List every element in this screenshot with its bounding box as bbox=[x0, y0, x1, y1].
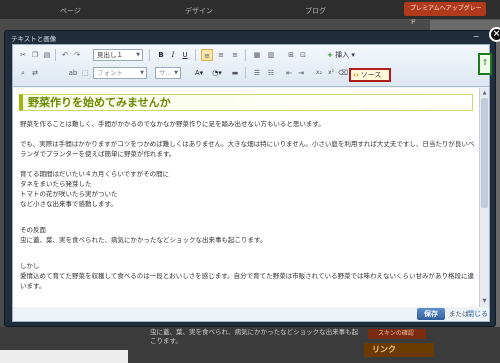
chevron-down-icon: ▼ bbox=[174, 70, 178, 76]
editor-content-area[interactable]: 野菜作りを始めてみませんか 野菜を作ることは難しく、手間がかかるのでなかなか野菜… bbox=[13, 88, 479, 307]
background-sidebar-box: スキンの確認 bbox=[368, 329, 426, 339]
bold-icon[interactable]: B bbox=[155, 49, 167, 61]
size-select-value: サ... bbox=[159, 69, 172, 77]
numbered-list-icon[interactable]: ☷ bbox=[265, 67, 277, 79]
paragraph: 育てる期間はだいたい４カ月くらいですがその間に bbox=[20, 170, 170, 178]
image-icon[interactable]: ▦ bbox=[251, 49, 263, 61]
insert-plus-icon: + bbox=[327, 51, 333, 59]
source-button[interactable]: ‹› ソース bbox=[349, 68, 391, 82]
paragraph: 野菜を作ることは難しく、手間がかかるのでなかなか野菜作りに足を踏み出せない方もい… bbox=[20, 120, 325, 128]
align-right-icon[interactable]: ≡ bbox=[229, 49, 241, 61]
indent-icon[interactable]: ⇥ bbox=[295, 67, 307, 79]
paragraph: しかし bbox=[20, 262, 40, 270]
table-icon[interactable]: ▥ bbox=[265, 49, 277, 61]
bg-tab-blog: ブログ bbox=[305, 7, 326, 15]
background-topbar: ページ デザイン ブログ プレミアムへアップグレード bbox=[0, 0, 500, 26]
strike-icon[interactable]: ▬ bbox=[229, 67, 241, 79]
undo-icon[interactable]: ↶ bbox=[59, 49, 71, 61]
content-scrollbar[interactable]: ▲ ▼ bbox=[479, 88, 489, 307]
paragraph: タネをまいたら発芽した bbox=[20, 180, 92, 188]
font-select-value: フォント bbox=[97, 69, 123, 77]
toolbar-separator bbox=[245, 67, 246, 79]
bg-tab-design: デザイン bbox=[185, 7, 213, 15]
background-page-text: 虫に蓋、葉、実を食べられ、病気にかかったなどショックな出来事も起こります。 bbox=[150, 328, 359, 345]
bg-tab-page: ページ bbox=[60, 7, 81, 15]
format-select-value: 見出し１ bbox=[97, 51, 123, 59]
paragraph: トマトの花が咲いたら実がついた bbox=[20, 190, 118, 198]
close-link[interactable]: 閉じる bbox=[467, 308, 488, 320]
insert-menu-button[interactable]: + 挿入 ▾ bbox=[325, 49, 357, 61]
font-select[interactable]: フォント ▼ bbox=[93, 67, 147, 79]
paste-text-icon[interactable]: ⊞ bbox=[285, 49, 297, 61]
find-icon[interactable]: ⌕ bbox=[17, 67, 29, 79]
format-select[interactable]: 見出し１ ▼ bbox=[93, 49, 143, 61]
source-icon: ‹› bbox=[353, 71, 359, 79]
paragraph: など小さな出来事で感動します。 bbox=[20, 200, 117, 208]
scroll-up-icon[interactable]: ▲ bbox=[481, 89, 488, 97]
superscript-icon[interactable]: x² bbox=[325, 67, 337, 79]
or-text: または bbox=[449, 310, 469, 318]
text-image-dialog: テキストと画像 − × ✂ ❐ ▤ ↶ ↷ 見出し１ ▼ B I U ≡ ≡ ≡ … bbox=[4, 27, 500, 327]
source-label: ソース bbox=[360, 71, 382, 79]
size-select[interactable]: サ... ▼ bbox=[155, 67, 181, 79]
eraser-icon[interactable]: ⌫ bbox=[337, 67, 349, 79]
paste-icon[interactable]: ▤ bbox=[41, 49, 53, 61]
paragraph: でも、実際は手間はかかりますがコツをつかめば難しくはありません。大きな畑は特にい… bbox=[20, 140, 475, 158]
premium-upgrade-button[interactable]: プレミアムへアップグレード bbox=[404, 2, 486, 26]
toolbar-separator bbox=[55, 49, 56, 61]
chevron-down-icon: ▼ bbox=[140, 70, 144, 76]
toolbar-separator bbox=[149, 49, 150, 61]
minus-icon[interactable]: − bbox=[471, 33, 481, 42]
align-center-icon[interactable]: ≡ bbox=[215, 49, 227, 61]
redo-icon[interactable]: ↷ bbox=[71, 49, 83, 61]
paragraph: 虫に蓋、葉、実を食べられた、病気にかかったなどショックな出来事も起こります。 bbox=[20, 236, 267, 244]
rich-text-editor: ✂ ❐ ▤ ↶ ↷ 見出し１ ▼ B I U ≡ ≡ ≡ ▦ ▥ ⊞ ⊡ + 挿入… bbox=[12, 44, 492, 322]
cut-icon[interactable]: ✂ bbox=[17, 49, 29, 61]
background-footer-strip bbox=[0, 350, 128, 363]
paragraph: その反面 bbox=[20, 226, 46, 234]
save-button[interactable]: 保存 bbox=[417, 308, 445, 320]
align-left-icon[interactable]: ≡ bbox=[201, 49, 213, 61]
insert-label: 挿入 bbox=[335, 51, 350, 59]
font-color-icon[interactable]: A▾ bbox=[191, 67, 207, 79]
toolbar-separator bbox=[245, 49, 246, 61]
toolbar-separator bbox=[195, 49, 196, 61]
replace-icon[interactable]: ⇄ bbox=[29, 67, 41, 79]
copy-icon[interactable]: ❐ bbox=[29, 49, 41, 61]
background-link-heading: リンク bbox=[364, 343, 434, 357]
background-color-icon[interactable]: ◔▾ bbox=[209, 67, 225, 79]
chevron-down-icon: ▼ bbox=[136, 52, 140, 58]
subscript-icon[interactable]: x₂ bbox=[313, 67, 325, 79]
italic-icon[interactable]: I bbox=[167, 49, 179, 61]
upload-icon[interactable]: ⇑ bbox=[478, 53, 492, 75]
scroll-thumb[interactable] bbox=[481, 98, 488, 208]
close-icon[interactable]: × bbox=[489, 27, 500, 42]
paragraph: 愛情込めて育てた野菜を収穫して食べるのは一段とおいしさを感じます。自分で育てた野… bbox=[20, 272, 474, 290]
bullet-list-icon[interactable]: ☰ bbox=[251, 67, 263, 79]
paste-word-icon[interactable]: ⊡ bbox=[297, 49, 309, 61]
outdent-icon[interactable]: ⇤ bbox=[283, 67, 295, 79]
underline-icon[interactable]: U bbox=[179, 49, 191, 61]
dialog-title: テキストと画像 bbox=[11, 35, 57, 43]
dialog-footer: 保存 または 閉じる bbox=[13, 307, 489, 321]
spellcheck-icon[interactable]: ab bbox=[67, 67, 79, 79]
content-heading: 野菜作りを始めてみませんか bbox=[19, 94, 473, 111]
scroll-down-icon[interactable]: ▼ bbox=[481, 297, 488, 305]
editor-toolbar: ✂ ❐ ▤ ↶ ↷ 見出し１ ▼ B I U ≡ ≡ ≡ ▦ ▥ ⊞ ⊡ + 挿入… bbox=[13, 45, 492, 87]
select-all-icon[interactable]: ⬚ bbox=[79, 67, 91, 79]
